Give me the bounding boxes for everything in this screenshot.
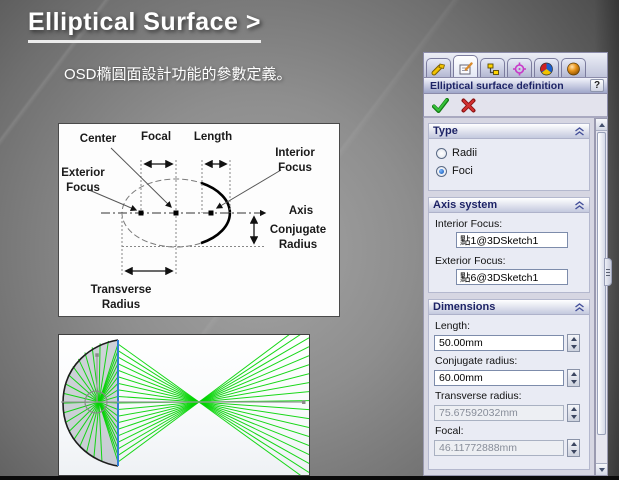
spin-up-icon[interactable] [568,440,579,448]
diagram-label-length: Length [194,130,232,145]
interior-focus-label: Interior Focus: [435,218,584,230]
panel-scrollbar[interactable] [595,118,608,476]
tab-features[interactable] [426,58,451,77]
tab-material[interactable] [561,58,586,77]
reference-geometry-icon [485,62,500,76]
diagram-label-axis: Axis [289,204,313,219]
tab-origin[interactable] [507,58,532,77]
spin-down-icon[interactable] [568,343,579,351]
property-manager-tabstrip [423,52,608,77]
exterior-focus-input[interactable] [456,269,568,285]
property-manager-panel: Elliptical surface definition ? Type [423,52,608,476]
transverse-radius-input[interactable] [434,405,564,421]
diagram-label-focal: Focal [141,130,171,145]
spin-up-icon[interactable] [568,405,579,413]
collapse-chevron-icon[interactable] [574,303,585,312]
collapse-chevron-icon[interactable] [574,201,585,210]
scroll-down-icon[interactable] [596,463,607,475]
diagram-label-interior-focus: Interior Focus [264,146,326,176]
spin-down-icon[interactable] [568,378,579,386]
radio-label: Foci [452,165,473,177]
tab-reference-geometry[interactable] [480,58,505,77]
focal-input[interactable] [434,440,564,456]
cancel-button close-icon[interactable] [461,98,476,113]
conjugate-radius-label: Conjugate radius: [435,355,584,367]
panel-header: Elliptical surface definition ? [423,77,608,94]
section-type: Type Radii Foci [428,123,590,191]
section-dimensions-title: Dimensions [433,301,495,313]
radio-icon-selected[interactable] [436,166,447,177]
diagram-label-center: Center [80,132,116,147]
diagram-label-conjugate-radius: Conjugate Radius [259,223,337,253]
radio-label: Radii [452,147,477,159]
section-type-header: Type [429,124,589,139]
tab-appearance[interactable] [534,58,559,77]
length-label: Length: [435,320,584,332]
ray-trace-image [58,334,310,476]
scroll-up-icon[interactable] [596,119,607,131]
spin-up-icon[interactable] [568,335,579,343]
transverse-radius-label: Transverse radius: [435,390,584,402]
sketch-properties-icon [458,62,473,76]
length-input[interactable] [434,335,564,351]
radio-icon[interactable] [436,148,447,159]
target-icon [512,62,527,76]
spin-up-icon[interactable] [568,370,579,378]
section-axis-system: Axis system Interior Focus: Exterior Foc… [428,197,590,293]
panel-title: Elliptical surface definition [430,80,590,92]
ray-trace-graphic [59,335,309,475]
section-axis-title: Axis system [433,199,497,211]
collapse-chevron-icon[interactable] [574,127,585,136]
focal-label: Focal: [435,425,584,437]
section-axis-header: Axis system [429,198,589,213]
material-icon [566,62,581,76]
wrench-icon [431,62,447,76]
section-dimensions: Dimensions Length: Conjugate radius: [428,299,590,470]
spin-down-icon[interactable] [568,448,579,456]
conjugate-radius-input[interactable] [434,370,564,386]
diagram-label-exterior-focus: Exterior Focus [50,166,116,196]
slide: Elliptical Surface > OSD橢圓面設計功能的參數定義。 [0,0,619,480]
section-dimensions-header: Dimensions [429,300,589,315]
panel-actions [423,94,608,118]
length-spinner[interactable] [567,334,580,352]
slide-bottom-bar [0,476,619,480]
conjugate-radius-spinner[interactable] [567,369,580,387]
help-button[interactable]: ? [590,79,604,92]
parameter-diagram-image: Center Focal Length Interior Focus Exter… [58,123,340,317]
page-subtitle: OSD橢圓面設計功能的參數定義。 [64,63,292,84]
radio-option-foci[interactable]: Foci [436,165,584,177]
panel-body: Type Radii Foci [423,118,595,476]
focal-spinner[interactable] [567,439,580,457]
section-type-title: Type [433,125,458,137]
tab-properties[interactable] [453,55,478,77]
interior-focus-input[interactable] [456,232,568,248]
page-title: Elliptical Surface > [28,8,261,43]
transverse-radius-spinner[interactable] [567,404,580,422]
exterior-focus-label: Exterior Focus: [435,255,584,267]
diagram-label-transverse-radius: Transverse Radius [75,283,167,313]
panel-splitter-handle[interactable] [604,258,612,286]
ok-button check-icon[interactable] [432,98,449,113]
spin-down-icon[interactable] [568,413,579,421]
radio-option-radii[interactable]: Radii [436,147,584,159]
appearance-icon [539,62,554,76]
